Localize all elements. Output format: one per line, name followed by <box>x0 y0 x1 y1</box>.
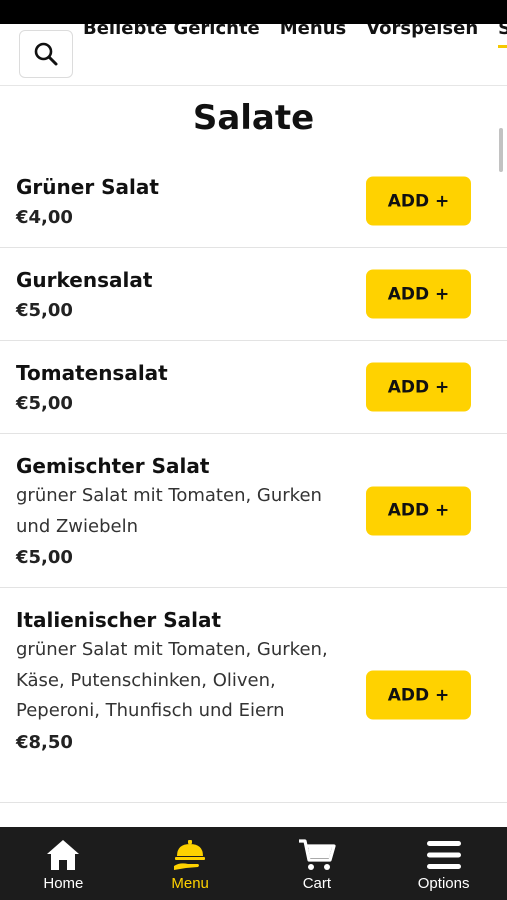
add-button[interactable]: ADD + <box>366 486 471 535</box>
menu-item: Grüner Salat €4,00 ADD + <box>0 155 507 248</box>
serving-bell-icon <box>170 836 210 874</box>
tab-vorspeisen[interactable]: Vorspeisen <box>366 24 478 44</box>
nav-options[interactable]: Options <box>380 827 507 900</box>
menu-item: Tomatensalat €5,00 ADD + <box>0 341 507 434</box>
item-description: grüner Salat mit Tomaten, Gurken, Käse, … <box>16 639 328 721</box>
home-icon <box>43 836 83 874</box>
menu-list: Grüner Salat €4,00 ADD + Gurkensalat €5,… <box>0 155 507 803</box>
nav-label: Menu <box>171 875 209 892</box>
cart-icon <box>297 836 337 874</box>
add-button[interactable]: ADD + <box>366 269 471 319</box>
add-button[interactable]: ADD + <box>366 176 471 226</box>
nav-label: Home <box>43 875 84 892</box>
category-tabs: Beliebte Gerichte Menus Vorspeisen Sa <box>83 24 507 48</box>
add-button[interactable]: ADD + <box>366 362 471 412</box>
nav-menu[interactable]: Menu <box>127 827 254 900</box>
status-bar <box>0 0 507 24</box>
tab-menus[interactable]: Menus <box>280 24 346 44</box>
item-name: Gemischter Salat <box>16 454 210 478</box>
bottom-nav: Home Menu Cart Options <box>0 827 507 900</box>
item-price: €8,50 <box>16 731 73 753</box>
search-button[interactable] <box>19 30 73 78</box>
item-description: grüner Salat mit Tomaten, Gurken und Zwi… <box>16 485 322 537</box>
tab-beliebte-gerichte[interactable]: Beliebte Gerichte <box>83 24 260 44</box>
nav-label: Cart <box>302 875 332 892</box>
nav-label: Options <box>417 875 470 892</box>
menu-bars-icon <box>424 836 464 874</box>
nav-cart[interactable]: Cart <box>254 827 381 900</box>
menu-item: Gurkensalat €5,00 ADD + <box>0 248 507 341</box>
tab-salate[interactable]: Sa <box>498 24 507 48</box>
item-name: Italienischer Salat <box>16 608 222 632</box>
section-title: Salate <box>192 98 315 138</box>
nav-home[interactable]: Home <box>0 827 127 900</box>
menu-item: Gemischter Salat grüner Salat mit Tomate… <box>0 434 507 588</box>
search-icon <box>34 42 58 66</box>
add-button[interactable]: ADD + <box>366 670 471 720</box>
category-nav: Beliebte Gerichte Menus Vorspeisen Sa <box>0 24 507 86</box>
item-price: €5,00 <box>16 547 73 568</box>
menu-item: Italienischer Salat grüner Salat mit Tom… <box>0 588 507 803</box>
